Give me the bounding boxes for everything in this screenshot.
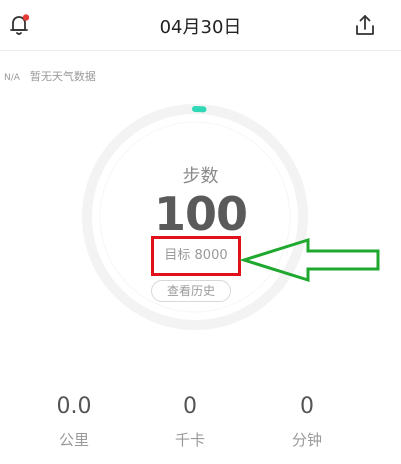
stat-distance: 0.0 公里 bbox=[34, 394, 114, 450]
weather-text: 暂无天气数据 bbox=[29, 70, 96, 83]
steps-label: 步数 bbox=[182, 166, 219, 187]
weather-na: N/A bbox=[4, 73, 20, 83]
stat-calories: 0 千卡 bbox=[150, 394, 230, 450]
stat-minutes: 0 分钟 bbox=[267, 394, 347, 450]
goal-text: 目标 8000 bbox=[164, 248, 228, 263]
weather-info: N/A 暂无天气数据 bbox=[4, 68, 96, 84]
view-history-button[interactable]: 查看历史 bbox=[151, 280, 231, 302]
stat-minutes-label: 分钟 bbox=[291, 431, 322, 449]
stat-calories-label: 千卡 bbox=[174, 431, 205, 449]
stat-minutes-value: 0 bbox=[300, 394, 314, 419]
steps-value: 100 bbox=[153, 187, 248, 241]
stat-distance-label: 公里 bbox=[58, 431, 89, 449]
top-bar: 04月30日 bbox=[0, 0, 401, 51]
stat-calories-value: 0 bbox=[183, 394, 197, 419]
green-arrow-annotation bbox=[238, 237, 380, 283]
stat-distance-value: 0.0 bbox=[56, 394, 92, 419]
goal-highlight-box: 目标 8000 bbox=[151, 236, 241, 276]
share-icon[interactable] bbox=[352, 12, 378, 38]
page-title: 04月30日 bbox=[159, 17, 242, 38]
